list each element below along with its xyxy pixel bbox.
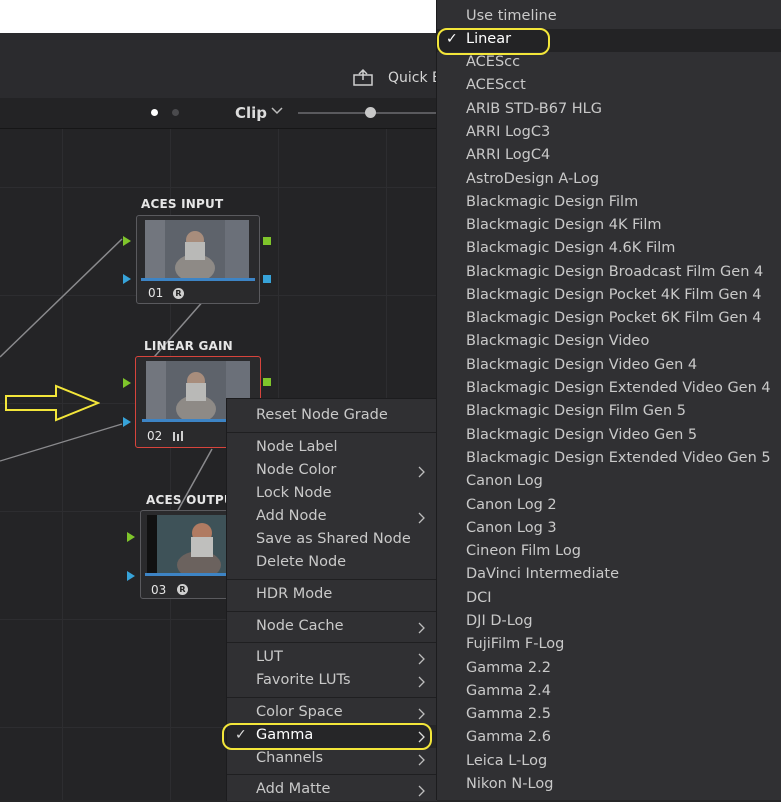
view-dot-inactive[interactable] [172,109,179,116]
node-title: ACES INPUT [141,197,224,211]
gamma-option[interactable]: Blackmagic Design Film Gen 5 [437,401,781,424]
menu-item-delete-node[interactable]: Delete Node [227,552,437,575]
gamma-option[interactable]: ARIB STD-B67 HLG [437,99,781,122]
aces-badge-icon: R [177,584,188,595]
top-toolbar [0,33,436,98]
gamma-option[interactable]: DaVinci Intermediate [437,564,781,587]
menu-divider [227,432,437,433]
node-thumbnail [145,220,249,278]
gamma-option[interactable]: FujiFilm F-Log [437,634,781,657]
node-aces-input[interactable]: 01 R [136,215,260,304]
chevron-right-icon [418,676,425,688]
screenshot-crop-area [0,0,436,33]
chevron-right-icon [418,622,425,634]
gamma-option[interactable]: Leica L-Log [437,751,781,774]
gamma-option[interactable]: Gamma 2.5 [437,704,781,727]
gamma-option[interactable]: Nikon N-Log [437,774,781,797]
menu-item-add-node[interactable]: Add Node [227,506,437,529]
gamma-option[interactable]: Blackmagic Design Extended Video Gen 5 [437,448,781,471]
rgb-input-port[interactable] [127,532,135,542]
chevron-right-icon [418,466,425,478]
gamma-option[interactable]: Blackmagic Design Pocket 4K Film Gen 4 [437,285,781,308]
node-number: 01 [148,286,164,300]
gamma-option[interactable]: Use timeline [437,6,781,29]
clip-mode-dropdown[interactable]: Clip [235,104,267,122]
menu-item-add-matte[interactable]: Add Matte [227,779,437,802]
gamma-highlight-annotation [222,723,432,750]
chevron-down-icon[interactable] [270,106,284,116]
gamma-option[interactable]: ARRI LogC3 [437,122,781,145]
gamma-option[interactable]: Canon Log 2 [437,495,781,518]
node-number: 02 [147,429,163,443]
menu-divider [227,579,437,580]
menu-item-save-as-shared-node[interactable]: Save as Shared Node [227,529,437,552]
chevron-right-icon [418,785,425,797]
annotation-arrow-icon [5,384,100,422]
gamma-option[interactable]: Canon Log 3 [437,518,781,541]
gamma-option[interactable]: Blackmagic Design Film [437,192,781,215]
node-number: 03 [151,583,167,597]
menu-divider [227,642,437,643]
gamma-option[interactable]: Blackmagic Design Video Gen 5 [437,425,781,448]
menu-item-reset-node-grade[interactable]: Reset Node Grade [227,405,437,428]
menu-item-node-label[interactable]: Node Label [227,437,437,460]
gamma-option[interactable]: Blackmagic Design 4.6K Film [437,238,781,261]
node-title: LINEAR GAIN [144,339,233,353]
levels-icon [173,431,183,441]
export-icon[interactable] [352,68,374,86]
menu-divider [227,697,437,698]
linear-highlight-annotation [437,28,550,55]
chevron-right-icon [418,512,425,524]
menu-item-hdr-mode[interactable]: HDR Mode [227,584,437,607]
key-input-port[interactable] [123,274,131,284]
gamma-submenu: Use timeline ✓ Linear ACEScc ACEScct ARI… [436,0,781,800]
menu-item-color-space[interactable]: Color Space [227,702,437,725]
rgb-output-port[interactable] [263,237,271,245]
gamma-option[interactable]: DJI D-Log [437,611,781,634]
menu-divider [227,774,437,775]
view-dot-active[interactable] [151,109,158,116]
gamma-option[interactable]: ARRI LogC4 [437,145,781,168]
gamma-option[interactable]: Blackmagic Design Extended Video Gen 4 [437,378,781,401]
quick-export-button[interactable]: Quick E [388,70,441,86]
gamma-option[interactable]: Gamma 2.2 [437,658,781,681]
chevron-right-icon [418,653,425,665]
gamma-option[interactable]: Blackmagic Design Broadcast Film Gen 4 [437,262,781,285]
rgb-input-port[interactable] [123,378,131,388]
gamma-option[interactable]: Gamma 2.4 [437,681,781,704]
key-output-port[interactable] [263,275,271,283]
aces-badge-icon: R [173,288,184,299]
gamma-option[interactable]: Blackmagic Design Video Gen 4 [437,355,781,378]
menu-divider [227,611,437,612]
gamma-option[interactable]: Gamma 2.6 [437,727,781,750]
gamma-option[interactable]: AstroDesign A-Log [437,169,781,192]
rgb-input-port[interactable] [123,236,131,246]
gamma-option[interactable]: ACEScc [437,52,781,75]
key-input-port[interactable] [123,417,131,427]
gamma-option[interactable]: Blackmagic Design Pocket 6K Film Gen 4 [437,308,781,331]
gamma-option[interactable]: Blackmagic Design 4K Film [437,215,781,238]
menu-item-lut[interactable]: LUT [227,647,437,670]
menu-item-node-cache[interactable]: Node Cache [227,616,437,639]
menu-item-node-color[interactable]: Node Color [227,460,437,483]
gamma-option[interactable]: DCI [437,588,781,611]
chevron-right-icon [418,708,425,720]
chevron-right-icon [418,754,425,766]
rgb-output-port[interactable] [263,378,271,386]
menu-item-lock-node[interactable]: Lock Node [227,483,437,506]
menu-item-channels[interactable]: Channels [227,748,437,771]
gamma-option[interactable]: Blackmagic Design Video [437,331,781,354]
menu-item-favorite-luts[interactable]: Favorite LUTs [227,670,437,693]
key-input-port[interactable] [127,571,135,581]
zoom-slider-handle[interactable] [365,107,376,118]
node-progress-bar [141,278,255,281]
gamma-option[interactable]: ACEScct [437,75,781,98]
gamma-option[interactable]: Canon Log [437,471,781,494]
gamma-option[interactable]: Cineon Film Log [437,541,781,564]
